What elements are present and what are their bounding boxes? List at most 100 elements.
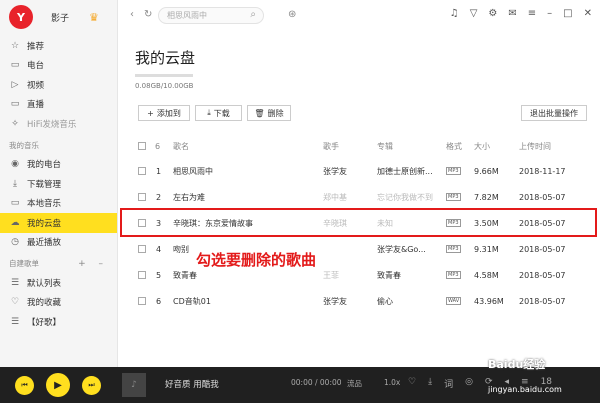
- song-album[interactable]: 偷心: [377, 290, 441, 312]
- row-checkbox[interactable]: [138, 160, 146, 182]
- search-icon[interactable]: ⌕: [250, 9, 256, 20]
- maximize-icon[interactable]: □: [563, 8, 572, 19]
- username[interactable]: 影子: [51, 11, 69, 24]
- song-title: CD音轨01: [173, 296, 211, 306]
- next-button[interactable]: ⏭: [82, 376, 101, 395]
- header-format[interactable]: 格式: [446, 138, 462, 154]
- sound-effect-icon[interactable]: ◎: [465, 377, 473, 390]
- sidebar-item-downloads[interactable]: ⤓ 下载管理: [0, 174, 117, 194]
- sidebar-item-favorites[interactable]: ♡ 我的收藏: [0, 293, 117, 313]
- my-music-section-title: 我的音乐: [0, 136, 117, 155]
- headphone-icon[interactable]: ♫: [450, 8, 459, 19]
- song-artist[interactable]: 张学友: [323, 290, 347, 312]
- song-album[interactable]: 致青春: [377, 264, 441, 286]
- list-icon: ☰: [10, 277, 20, 288]
- next-icon: ⏭: [88, 381, 95, 389]
- sidebar-item-recent[interactable]: ◷ 最近播放: [0, 233, 117, 253]
- header-uploaded[interactable]: 上传时间: [519, 138, 551, 154]
- sidebar-item-cloud-disk[interactable]: ☁ 我的云盘: [0, 213, 117, 233]
- row-checkbox[interactable]: [138, 290, 146, 312]
- page-title: 我的云盘: [135, 49, 196, 67]
- sidebar-item-label: 我的电台: [27, 160, 62, 171]
- refresh-icon[interactable]: ↻: [144, 9, 152, 20]
- vip-crown-icon[interactable]: ♛: [89, 11, 99, 24]
- playlist-ops[interactable]: + –: [78, 259, 108, 269]
- song-artist[interactable]: 郑中基: [323, 186, 347, 208]
- sidebar-item-live[interactable]: ▭ 直播: [0, 95, 117, 115]
- table-row[interactable]: 2 左右为难 郑中基 忘记你我做不到 MP3 7.82M 2018-05-07: [135, 186, 593, 208]
- sidebar-item-radio[interactable]: ▭ 电台: [0, 56, 117, 76]
- song-size: 9.66M: [474, 166, 499, 176]
- back-icon[interactable]: ‹: [130, 9, 134, 20]
- sidebar-item-hifi[interactable]: ✧ HiFi发烧音乐: [0, 114, 117, 134]
- close-icon[interactable]: ✕: [584, 8, 592, 19]
- song-album[interactable]: 忘记你我做不到: [377, 186, 441, 208]
- row-checkbox[interactable]: [138, 264, 146, 286]
- speed-select[interactable]: 1.0x: [384, 378, 400, 387]
- row-checkbox[interactable]: [138, 238, 146, 260]
- song-album[interactable]: 加德士原创新...: [377, 160, 441, 182]
- exit-batch-button[interactable]: 退出批量操作: [521, 105, 587, 121]
- sidebar: Y 影子 ♛ ☆ 推荐 ▭ 电台 ▷ 视频 ▭ 直播 ✧ HiFi发烧音乐 我的音乐 ◉ 我…: [0, 0, 118, 367]
- select-all-checkbox[interactable]: [138, 138, 146, 154]
- row-checkbox[interactable]: [138, 186, 146, 208]
- sidebar-item-recommend[interactable]: ☆ 推荐: [0, 36, 117, 56]
- sidebar-item-video[interactable]: ▷ 视频: [0, 75, 117, 95]
- format-badge: MP3: [446, 245, 461, 253]
- song-title: 左右为难: [173, 192, 205, 202]
- album-cover[interactable]: ♪: [122, 373, 146, 397]
- quality-select[interactable]: 流品: [347, 378, 362, 389]
- download-icon[interactable]: ⤓: [428, 377, 432, 390]
- search-input[interactable]: 相思风雨中 ⌕: [158, 7, 264, 24]
- song-artist[interactable]: 王菲: [323, 264, 339, 286]
- settings-icon[interactable]: ⚙: [488, 8, 497, 19]
- header-title[interactable]: 歌名: [173, 138, 189, 154]
- message-icon[interactable]: ✉: [508, 8, 516, 19]
- skin-icon[interactable]: ▽: [470, 8, 478, 19]
- sidebar-item-label: 推荐: [27, 41, 45, 52]
- row-number: 5: [156, 270, 162, 280]
- video-icon: ▷: [11, 79, 19, 90]
- checkbox-box: [138, 297, 146, 305]
- delete-button[interactable]: 🗑 删除: [247, 105, 291, 121]
- checkbox-box: [138, 142, 146, 150]
- header-size[interactable]: 大小: [474, 138, 490, 154]
- clock-icon: ◷: [11, 237, 19, 248]
- checkbox-box: [138, 245, 146, 253]
- row-number: 4: [156, 244, 162, 254]
- song-format: MP3: [446, 264, 461, 286]
- song-format: WAV: [446, 290, 462, 312]
- minimize-icon[interactable]: –: [547, 8, 552, 19]
- song-uploaded: 2018-05-07: [519, 244, 566, 254]
- lyrics-icon[interactable]: 词: [444, 377, 453, 390]
- download-button[interactable]: ⤓ 下载: [195, 105, 242, 121]
- sidebar-item-label: 默认列表: [27, 278, 62, 289]
- app-logo[interactable]: Y: [9, 5, 33, 29]
- song-title: 致青春: [173, 270, 197, 280]
- download-icon: ⤓: [207, 108, 211, 117]
- play-time: 00:00 / 00:00: [291, 378, 342, 387]
- header-album[interactable]: 专辑: [377, 138, 393, 154]
- play-button[interactable]: ▶: [46, 373, 70, 397]
- song-artist[interactable]: 张学友: [323, 160, 347, 182]
- sidebar-item-local-music[interactable]: ▭ 本地音乐: [0, 194, 117, 214]
- previous-button[interactable]: ⏮: [15, 376, 34, 395]
- button-label: 下载: [213, 108, 230, 118]
- header-artist[interactable]: 歌手: [323, 138, 339, 154]
- table-row[interactable]: 6 CD音轨01 张学友 偷心 WAV 43.96M 2018-05-07: [135, 290, 593, 312]
- add-to-button[interactable]: + 添加到: [138, 105, 190, 121]
- storage-quota: 0.08GB/10.00GB: [135, 82, 194, 90]
- section-label: 我的音乐: [9, 140, 39, 150]
- recognize-icon[interactable]: ⊛: [288, 9, 296, 20]
- menu-icon[interactable]: ≡: [528, 8, 536, 19]
- computer-icon: ▭: [10, 198, 20, 209]
- now-playing-title: 好音质 用酷我: [165, 380, 219, 390]
- sidebar-item-good-songs[interactable]: ☰ 【好歌】: [0, 312, 117, 332]
- heart-icon[interactable]: ♡: [408, 377, 416, 390]
- tv-icon: ▭: [10, 99, 20, 110]
- sidebar-item-my-radio[interactable]: ◉ 我的电台: [0, 155, 117, 175]
- song-album[interactable]: 张学友&Go...: [377, 238, 441, 260]
- table-row[interactable]: 1 相思风雨中 张学友 加德士原创新... MP3 9.66M 2018-11-…: [135, 160, 593, 182]
- sidebar-item-default-list[interactable]: ☰ 默认列表: [0, 273, 117, 293]
- checkbox-box: [138, 271, 146, 279]
